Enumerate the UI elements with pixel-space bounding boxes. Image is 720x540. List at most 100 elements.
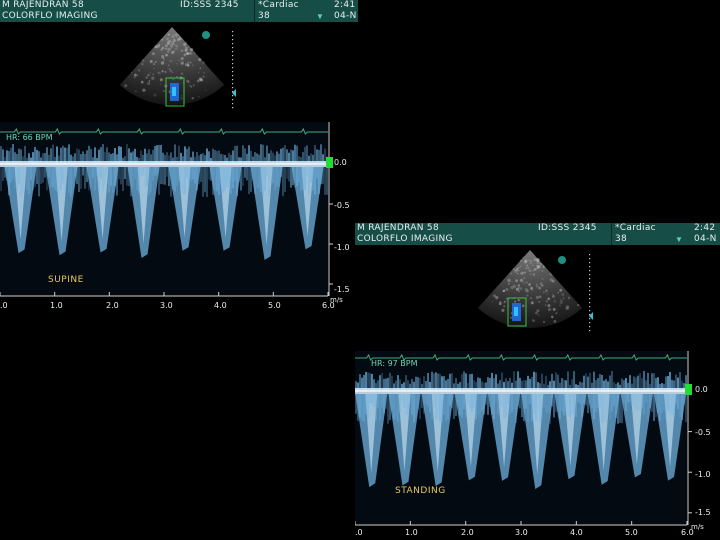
doppler-fill bbox=[493, 394, 495, 419]
doppler-fill bbox=[659, 394, 661, 421]
echo-speckle bbox=[525, 288, 528, 291]
echo-speckle bbox=[153, 93, 156, 96]
echo-speckle bbox=[167, 51, 169, 53]
doppler-fill bbox=[124, 167, 126, 179]
echo-speckle bbox=[147, 74, 149, 76]
doppler-fill bbox=[577, 394, 579, 402]
doppler-fill bbox=[202, 167, 204, 197]
doppler-fill bbox=[541, 394, 543, 419]
echo-speckle bbox=[501, 309, 504, 312]
baseline-marker[interactable] bbox=[685, 384, 692, 395]
doppler-fill bbox=[405, 394, 407, 414]
doppler-fill bbox=[467, 394, 469, 405]
echo-speckle bbox=[161, 49, 163, 51]
echo-speckle bbox=[519, 265, 521, 267]
depth-scale-dot bbox=[589, 254, 590, 255]
doppler-fill bbox=[46, 167, 48, 190]
doppler-fill bbox=[112, 167, 114, 193]
echo-speckle bbox=[170, 44, 173, 47]
echo-speckle bbox=[518, 284, 520, 286]
doppler-fill bbox=[643, 394, 645, 415]
doppler-fill bbox=[300, 167, 302, 190]
doppler-fill bbox=[631, 394, 633, 405]
doppler-fill bbox=[363, 394, 365, 422]
doppler-fill bbox=[280, 167, 282, 177]
x-tick: .0 bbox=[0, 301, 8, 310]
doppler-fill bbox=[389, 394, 391, 420]
echo-speckle bbox=[530, 297, 532, 299]
echo-speckle bbox=[149, 80, 151, 82]
doppler-fill bbox=[54, 167, 56, 190]
doppler-fill bbox=[425, 394, 427, 404]
doppler-panel-standing: M RAJENDRAN 58 COLORFLO IMAGING ID:SSS 2… bbox=[355, 223, 720, 540]
y-tick: -1.0 bbox=[695, 470, 711, 479]
doppler-fill bbox=[96, 167, 98, 176]
echo-speckle bbox=[508, 283, 510, 285]
doppler-fill bbox=[218, 167, 220, 195]
echo-speckle bbox=[152, 52, 155, 55]
doppler-fill bbox=[661, 394, 663, 413]
doppler-fill bbox=[6, 167, 8, 181]
depth-scale-dot bbox=[589, 294, 590, 295]
doppler-fill bbox=[88, 167, 90, 190]
doppler-display bbox=[0, 0, 358, 315]
doppler-fill bbox=[242, 167, 244, 186]
echo-speckle bbox=[530, 260, 532, 262]
doppler-fill bbox=[453, 394, 455, 419]
doppler-fill bbox=[78, 167, 80, 192]
doppler-fill bbox=[557, 394, 559, 412]
echo-speckle bbox=[553, 320, 556, 323]
depth-scale-dot bbox=[589, 306, 590, 307]
depth-scale-dot bbox=[589, 318, 590, 319]
echo-speckle bbox=[185, 42, 187, 44]
doppler-fill bbox=[12, 167, 14, 179]
doppler-fill bbox=[481, 394, 483, 411]
echo-speckle bbox=[537, 267, 539, 269]
echo-speckle bbox=[142, 89, 145, 92]
doppler-fill bbox=[316, 167, 318, 179]
echo-speckle bbox=[511, 286, 514, 289]
doppler-fill bbox=[248, 167, 250, 194]
doppler-fill bbox=[537, 394, 539, 410]
echo-speckle bbox=[559, 289, 562, 292]
doppler-fill bbox=[675, 394, 677, 404]
echo-speckle bbox=[528, 260, 529, 261]
doppler-fill bbox=[140, 167, 142, 176]
echo-speckle bbox=[151, 77, 154, 80]
doppler-fill bbox=[421, 394, 423, 408]
x-tick: 1.0 bbox=[405, 528, 418, 537]
orientation-dot-icon bbox=[202, 31, 210, 39]
doppler-fill bbox=[160, 167, 162, 184]
doppler-fill bbox=[649, 394, 651, 408]
doppler-fill bbox=[252, 167, 254, 180]
doppler-fill bbox=[196, 167, 198, 190]
echo-speckle bbox=[518, 270, 520, 272]
echo-speckle bbox=[190, 62, 192, 64]
echo-speckle bbox=[522, 272, 524, 274]
echo-speckle bbox=[493, 294, 496, 297]
depth-scale-dot bbox=[232, 79, 233, 80]
depth-scale-dot bbox=[589, 282, 590, 283]
doppler-fill bbox=[471, 394, 473, 412]
echo-speckle bbox=[147, 82, 150, 85]
doppler-fill bbox=[254, 167, 256, 194]
doppler-fill bbox=[20, 167, 22, 196]
doppler-fill bbox=[0, 167, 2, 191]
doppler-fill bbox=[623, 394, 625, 403]
doppler-fill bbox=[667, 394, 669, 411]
doppler-fill bbox=[455, 394, 457, 416]
doppler-fill bbox=[134, 167, 136, 179]
doppler-fill bbox=[92, 167, 94, 178]
doppler-fill bbox=[128, 167, 130, 186]
echo-speckle bbox=[530, 274, 531, 275]
echo-speckle bbox=[518, 291, 520, 293]
echo-speckle bbox=[165, 47, 167, 49]
doppler-fill bbox=[180, 167, 182, 189]
doppler-fill bbox=[86, 167, 88, 182]
doppler-fill bbox=[110, 167, 112, 186]
baseline-marker[interactable] bbox=[326, 157, 333, 168]
doppler-fill bbox=[657, 394, 659, 413]
y-tick: -1.0 bbox=[334, 243, 350, 252]
doppler-fill bbox=[132, 167, 134, 188]
echo-speckle bbox=[532, 319, 535, 322]
